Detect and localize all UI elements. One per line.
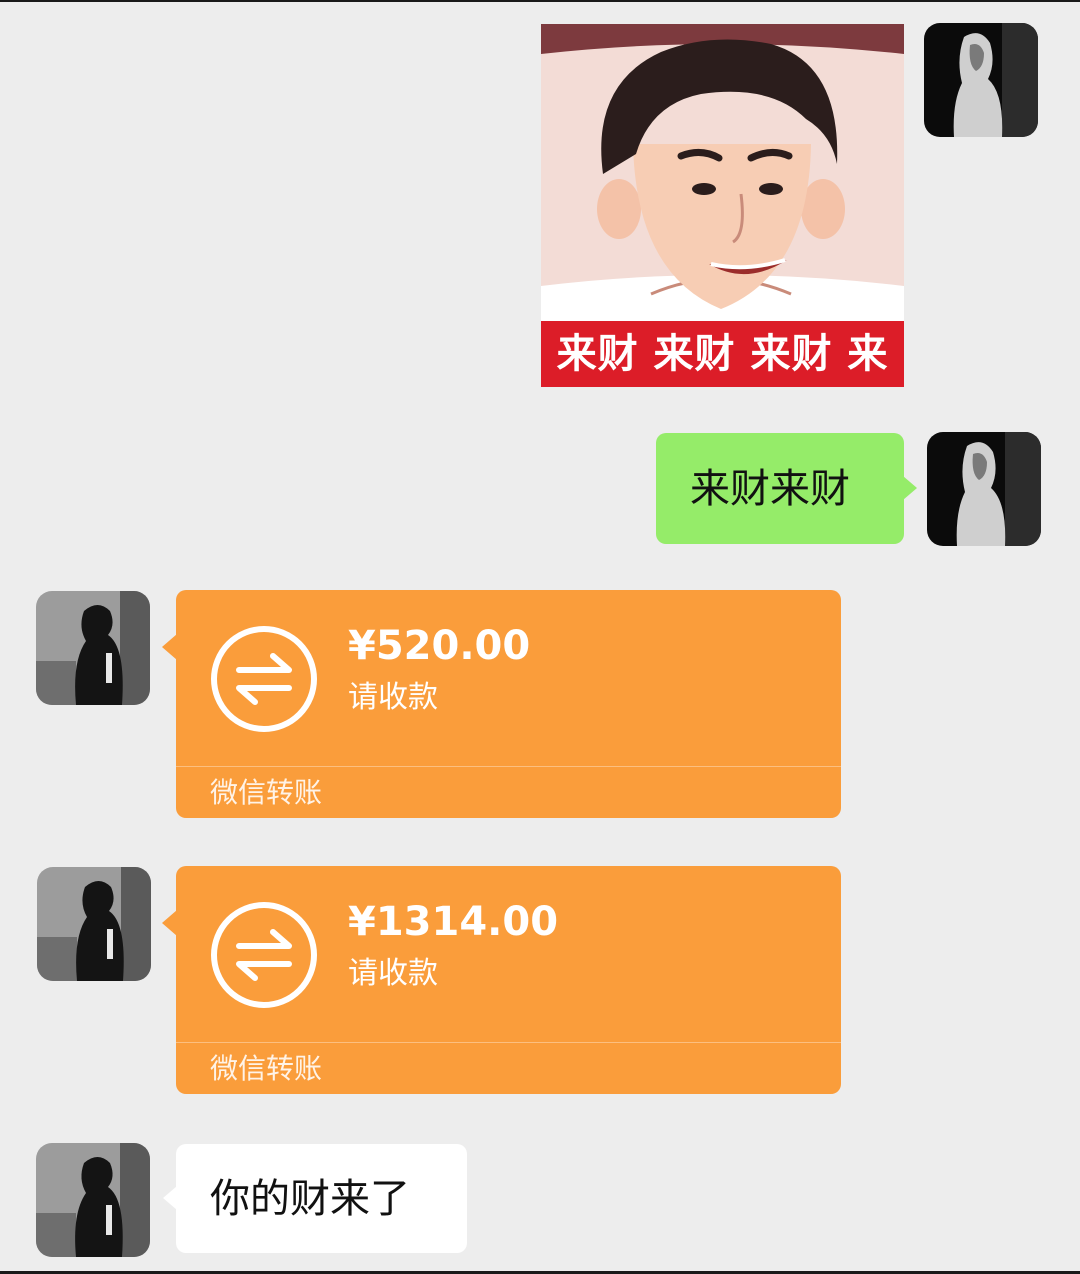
self-avatar-image [927, 432, 1041, 546]
transfer-amount: ¥520.00 [348, 623, 531, 669]
bubble-tail [162, 634, 177, 660]
transfer-status: 请收款 [348, 680, 438, 715]
contact-avatar-image [36, 591, 150, 705]
avatar[interactable] [924, 23, 1038, 137]
transfer-card[interactable]: ¥1314.00 请收款 微信转账 [162, 866, 841, 1094]
transfer-brand-label: 微信转账 [210, 776, 323, 809]
transfer-arrows-icon [211, 626, 317, 732]
sent-message-bubble[interactable]: 来财来财 [656, 433, 904, 544]
avatar[interactable] [36, 1143, 150, 1257]
sent-message-text: 来财来财 [690, 466, 850, 512]
bubble-tail [903, 476, 917, 500]
cartoon-face-image [541, 24, 904, 321]
transfer-amount: ¥1314.00 [348, 899, 559, 945]
transfer-card[interactable]: ¥520.00 请收款 微信转账 [162, 590, 841, 818]
bubble-tail [163, 1186, 177, 1210]
self-avatar-image [924, 23, 1038, 137]
transfer-brand-label: 微信转账 [210, 1052, 323, 1085]
contact-avatar-image [37, 867, 151, 981]
contact-avatar-image [36, 1143, 150, 1257]
avatar[interactable] [927, 432, 1041, 546]
received-message-bubble[interactable]: 你的财来了 [176, 1144, 467, 1253]
avatar[interactable] [36, 591, 150, 705]
avatar[interactable] [37, 867, 151, 981]
sticker-message[interactable]: 来财 来财 来财 来 [541, 24, 904, 387]
received-message-text: 你的财来了 [210, 1176, 410, 1222]
sticker-caption: 来财 来财 来财 来 [541, 321, 904, 387]
bubble-tail [162, 910, 177, 936]
top-edge [0, 0, 1080, 2]
transfer-arrows-icon [211, 902, 317, 1008]
transfer-status: 请收款 [348, 956, 438, 991]
divider [176, 766, 841, 767]
divider [176, 1042, 841, 1043]
